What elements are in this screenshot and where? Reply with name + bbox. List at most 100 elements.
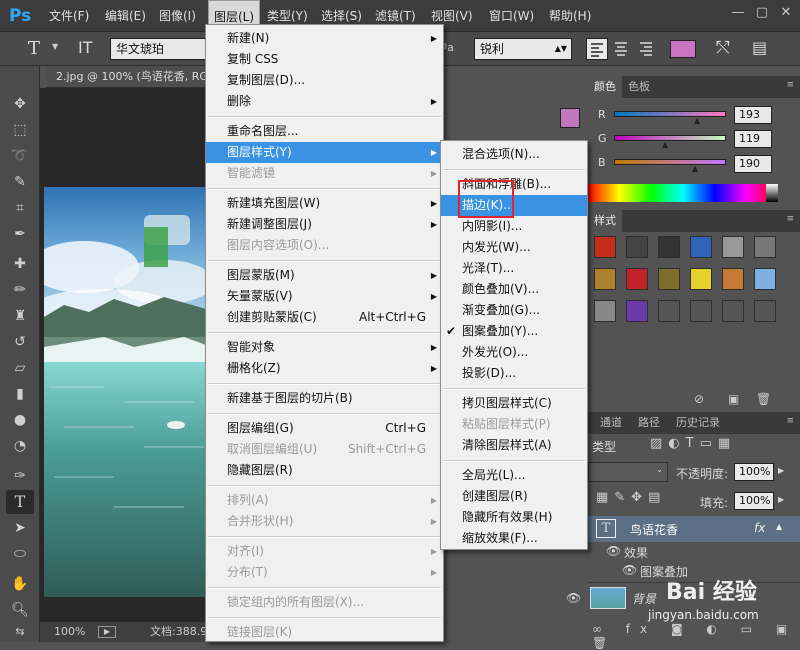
tab-swatches[interactable]: 色板 (622, 76, 656, 98)
warp-text-icon[interactable]: ⤲ (716, 38, 730, 58)
menu-item[interactable]: 新建填充图层(W) ▶ (206, 193, 443, 214)
menu-item[interactable]: 重命名图层... (206, 121, 443, 142)
style-swatch[interactable] (658, 300, 680, 322)
menu-window[interactable]: 窗口(W) (484, 0, 539, 32)
text-color-swatch[interactable] (670, 40, 696, 58)
slider-marker-icon[interactable]: ▲ (662, 140, 668, 149)
menu-item[interactable]: 混合选项(N)... (441, 144, 587, 165)
style-swatch[interactable] (658, 268, 680, 290)
menu-item[interactable]: 内阴影(I)... (441, 216, 587, 237)
tab-styles[interactable]: 样式 (588, 210, 622, 232)
menu-item[interactable]: 缩放效果(F)... (441, 528, 587, 549)
expand-effects-icon[interactable]: ▲ (776, 522, 782, 531)
lasso-tool-icon[interactable]: ➰ (6, 144, 34, 168)
style-swatch[interactable] (594, 268, 616, 290)
layer-row-text[interactable]: T 鸟语花香 fx ▲ (588, 516, 800, 542)
tab-history[interactable]: 历史记录 (670, 412, 726, 434)
font-family-field[interactable]: 华文琥珀 (110, 38, 206, 60)
filter-kind-label[interactable]: 类型 (592, 438, 616, 455)
menu-item[interactable]: 矢量蒙版(V) ▶ (206, 286, 443, 307)
fill-value[interactable]: 100% (734, 492, 774, 510)
tab-color[interactable]: 颜色 (588, 76, 622, 98)
zoom-level[interactable]: 100% (54, 622, 85, 642)
ellipse-tool-icon[interactable]: ⬭ (6, 542, 34, 566)
history-brush-tool-icon[interactable]: ↺ (6, 330, 34, 354)
swap-colors-icon[interactable]: ⇆ (6, 620, 34, 644)
layer-name[interactable]: 鸟语花香 (630, 521, 678, 538)
clone-stamp-tool-icon[interactable]: ♜ (6, 304, 34, 328)
channel-r-slider[interactable] (614, 111, 726, 117)
layer-bottom-icons[interactable]: ∞ fx ◙ ◐ ▭ ▣ 🗑︎ (592, 622, 800, 650)
panel-menu-icon[interactable]: ≡ (786, 416, 794, 426)
tool-preset-chevron-icon[interactable]: ▼ (52, 42, 58, 51)
align-center-button[interactable] (611, 38, 633, 60)
style-swatch[interactable] (690, 268, 712, 290)
layer-name-background[interactable]: 背景 (632, 590, 656, 607)
menu-item[interactable]: 隐藏图层(R) (206, 460, 443, 481)
foreground-color-swatch[interactable] (560, 108, 580, 128)
style-swatch[interactable] (658, 236, 680, 258)
menu-edit[interactable]: 编辑(E) (100, 0, 151, 32)
opacity-value[interactable]: 100% (734, 463, 774, 481)
menu-item[interactable]: 图层样式(Y) ▶ (206, 142, 443, 163)
style-swatch[interactable] (626, 300, 648, 322)
menu-item[interactable]: 新建(N) ▶ (206, 28, 443, 49)
blend-mode-select[interactable]: ⌄ (588, 462, 668, 482)
type-tool-selected-icon[interactable]: T (6, 490, 34, 514)
opacity-chevron-icon[interactable]: ▶ (778, 466, 784, 475)
document-tab[interactable]: 2.jpg @ 100% (鸟语花香, RGB/8) (46, 66, 206, 88)
maximize-button[interactable]: ▢ (752, 4, 772, 22)
layer-visibility-icon[interactable]: 👁︎ (566, 591, 581, 605)
status-menu-icon[interactable]: ▶ (98, 626, 116, 638)
style-swatch[interactable] (594, 300, 616, 322)
menu-item[interactable]: 外发光(O)... (441, 342, 587, 363)
layer-fx-icon[interactable]: fx (754, 521, 765, 535)
fill-chevron-icon[interactable]: ▶ (778, 495, 784, 504)
channel-g-value[interactable]: 119 (734, 130, 772, 148)
menu-item[interactable]: 光泽(T)... (441, 258, 587, 279)
gradient-tool-icon[interactable]: ▮ (6, 382, 34, 406)
color-spectrum-bar[interactable] (588, 184, 778, 202)
type-tool-icon[interactable]: T (28, 38, 40, 59)
quick-selection-tool-icon[interactable]: ✎ (6, 170, 34, 194)
black-white-ramp[interactable] (766, 184, 778, 202)
channel-g-slider[interactable] (614, 135, 726, 141)
style-swatch[interactable] (626, 268, 648, 290)
menu-help[interactable]: 帮助(H) (544, 0, 596, 32)
style-swatch[interactable] (722, 268, 744, 290)
delete-style-icon[interactable]: 🗑︎ (756, 392, 771, 406)
menu-item[interactable]: 复制 CSS (206, 49, 443, 70)
dodge-tool-icon[interactable]: ◔ (6, 434, 34, 458)
menu-item[interactable]: 复制图层(D)... (206, 70, 443, 91)
channel-b-value[interactable]: 190 (734, 155, 772, 173)
style-swatch[interactable] (690, 236, 712, 258)
style-swatch[interactable] (722, 300, 744, 322)
menu-item[interactable]: 栅格化(Z) ▶ (206, 358, 443, 379)
menu-item[interactable]: ✔ 图案叠加(Y)... (441, 321, 587, 342)
hand-tool-icon[interactable]: ✋ (6, 572, 34, 596)
menu-item[interactable]: 全局光(L)... (441, 465, 587, 486)
crop-tool-icon[interactable]: ⌗ (6, 196, 34, 220)
marquee-tool-icon[interactable]: ⬚ (6, 118, 34, 142)
panel-menu-icon[interactable]: ≡ (786, 80, 794, 90)
new-style-icon[interactable]: ▣ (728, 392, 739, 406)
effect-visibility-icon[interactable]: 👁︎ (622, 563, 637, 577)
menu-item[interactable]: 图层编组(G) Ctrl+G (206, 418, 443, 439)
menu-item[interactable]: 新建基于图层的切片(B) (206, 388, 443, 409)
healing-brush-tool-icon[interactable]: ✚ (6, 252, 34, 276)
align-right-button[interactable] (636, 38, 658, 60)
menu-item[interactable]: 图层蒙版(M) ▶ (206, 265, 443, 286)
tab-paths[interactable]: 路径 (632, 412, 666, 434)
menu-item[interactable]: 删除 ▶ (206, 91, 443, 112)
move-tool-icon[interactable]: ✥ (6, 92, 34, 116)
character-panel-icon[interactable]: ▤ (752, 38, 767, 57)
menu-item[interactable]: 清除图层样式(A) (441, 435, 587, 456)
panel-menu-icon[interactable]: ≡ (786, 214, 794, 224)
path-selection-tool-icon[interactable]: ➤ (6, 516, 34, 540)
menu-file[interactable]: 文件(F) (44, 0, 94, 32)
effects-visibility-icon[interactable]: 👁︎ (606, 544, 621, 558)
menu-item[interactable]: 投影(D)... (441, 363, 587, 384)
anti-alias-select[interactable]: 锐利 ▲▼ (474, 38, 572, 60)
menu-item[interactable]: 拷贝图层样式(C) (441, 393, 587, 414)
menu-item[interactable]: 创建剪贴蒙版(C) Alt+Ctrl+G (206, 307, 443, 328)
